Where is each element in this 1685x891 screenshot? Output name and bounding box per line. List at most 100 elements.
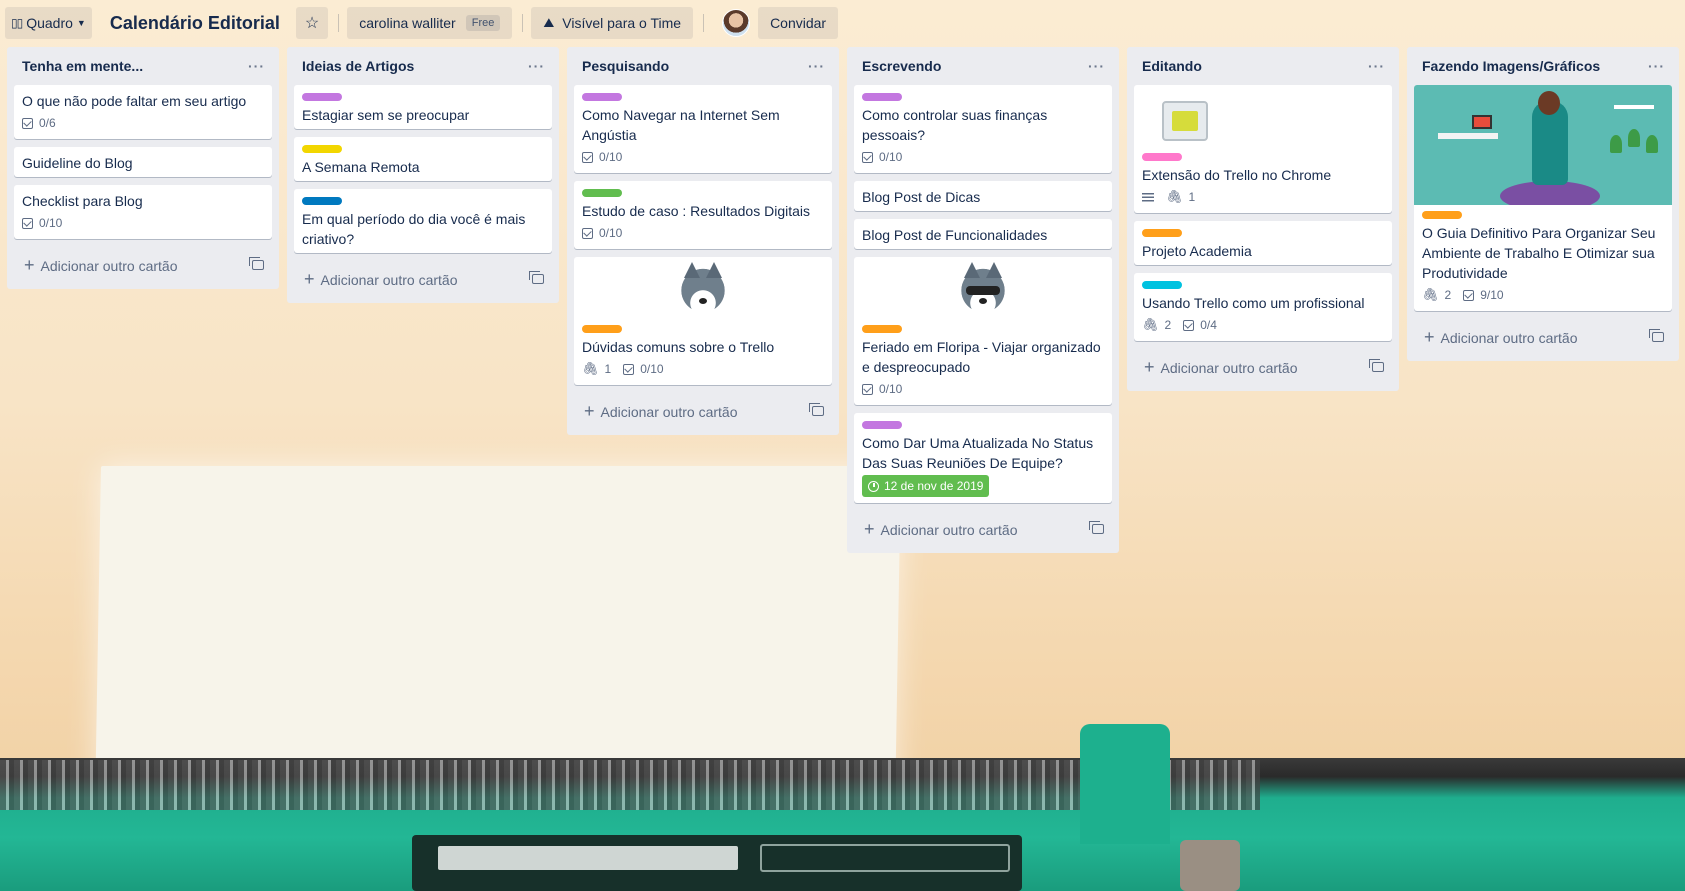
- list-menu-icon[interactable]: ···: [1368, 58, 1385, 74]
- clock-icon: [868, 480, 879, 492]
- card-label[interactable]: [582, 93, 622, 101]
- list-header[interactable]: Escrevendo ···: [854, 47, 1112, 85]
- checklist-icon: [582, 151, 593, 163]
- cover-desk: [1438, 133, 1498, 139]
- invite-button[interactable]: Convidar: [758, 7, 839, 39]
- card-label[interactable]: [302, 145, 342, 153]
- card[interactable]: Estagiar sem se preocupar: [294, 85, 552, 129]
- card-label[interactable]: [302, 197, 342, 205]
- paperclip-icon: 🖇: [1166, 189, 1183, 204]
- add-card-button[interactable]: + Adicionar outro cartão: [854, 511, 1112, 547]
- checklist-count: 0/10: [599, 226, 623, 240]
- cover-person-head: [1538, 91, 1560, 115]
- add-card-button[interactable]: + Adicionar outro cartão: [1414, 319, 1672, 355]
- list-header[interactable]: Pesquisando ···: [574, 47, 832, 85]
- paperclip-icon: 🖇: [1142, 317, 1159, 332]
- card-label[interactable]: [1142, 153, 1182, 161]
- plus-icon: +: [304, 269, 315, 289]
- card[interactable]: A Semana Remota: [294, 137, 552, 181]
- card[interactable]: Guideline do Blog: [14, 147, 272, 177]
- team-button[interactable]: carolina walliter Free: [347, 7, 513, 39]
- card[interactable]: Blog Post de Dicas: [854, 181, 1112, 211]
- star-button[interactable]: ☆: [295, 7, 329, 39]
- card[interactable]: Dúvidas comuns sobre o Trello 🖇 1 0/10: [574, 257, 832, 385]
- card[interactable]: Extensão do Trello no Chrome 🖇 1: [1134, 85, 1392, 213]
- card-title: O Guia Definitivo Para Organizar Seu Amb…: [1422, 225, 1656, 281]
- card-template-icon[interactable]: [249, 257, 264, 270]
- card[interactable]: Projeto Academia: [1134, 221, 1392, 265]
- background-paper: [95, 466, 901, 806]
- card-label[interactable]: [302, 93, 342, 101]
- card[interactable]: Como Navegar na Internet Sem Angústia 0/…: [574, 85, 832, 173]
- description-icon: [1142, 192, 1154, 202]
- list-header[interactable]: Editando ···: [1134, 47, 1392, 85]
- card-label[interactable]: [582, 189, 622, 197]
- checklist-icon: [862, 383, 873, 395]
- due-date: 12 de nov de 2019: [884, 479, 984, 493]
- card[interactable]: Checklist para Blog 0/10: [14, 185, 272, 239]
- add-card-label: Adicionar outro cartão: [320, 272, 458, 288]
- card[interactable]: Estudo de caso : Resultados Digitais 0/1…: [574, 181, 832, 249]
- member-avatar[interactable]: [722, 9, 751, 37]
- add-card-button[interactable]: + Adicionar outro cartão: [14, 247, 272, 283]
- list-header[interactable]: Fazendo Imagens/Gráficos ···: [1414, 47, 1672, 85]
- checklist-count: 0/6: [39, 116, 56, 130]
- add-card-button[interactable]: + Adicionar outro cartão: [294, 261, 552, 297]
- cover-shelf: [1614, 105, 1654, 109]
- list-menu-icon[interactable]: ···: [528, 58, 545, 74]
- card-template-icon[interactable]: [1649, 329, 1664, 342]
- card-template-icon[interactable]: [1369, 359, 1384, 372]
- card-label[interactable]: [862, 93, 902, 101]
- card[interactable]: Como controlar suas finanças pessoais? 0…: [854, 85, 1112, 173]
- board-switcher-button[interactable]: ▯▯ Quadro ▼: [5, 7, 92, 39]
- list-menu-icon[interactable]: ···: [1648, 58, 1665, 74]
- list-menu-icon[interactable]: ···: [1088, 58, 1105, 74]
- card-title: Blog Post de Dicas: [862, 189, 981, 205]
- checklist-icon: [22, 217, 33, 229]
- checklist-icon: [1183, 319, 1195, 331]
- add-card-button[interactable]: + Adicionar outro cartão: [1134, 349, 1392, 385]
- list-fazendo-imagens: Fazendo Imagens/Gráficos ··· O Guia Defi…: [1407, 47, 1679, 361]
- robot-sticker: [1156, 95, 1216, 151]
- list-title[interactable]: Tenha em mente...: [22, 58, 143, 74]
- card-label[interactable]: [862, 421, 902, 429]
- list-title[interactable]: Escrevendo: [862, 58, 941, 74]
- card-template-icon[interactable]: [529, 271, 544, 284]
- card[interactable]: O que não pode faltar em seu artigo 0/6: [14, 85, 272, 139]
- card[interactable]: Usando Trello como um profissional 🖇 2 0/…: [1134, 273, 1392, 341]
- card-label[interactable]: [862, 325, 902, 333]
- list-menu-icon[interactable]: ···: [248, 58, 265, 74]
- card[interactable]: O Guia Definitivo Para Organizar Seu Amb…: [1414, 85, 1672, 311]
- card-label[interactable]: [1142, 281, 1182, 289]
- list-title[interactable]: Fazendo Imagens/Gráficos: [1422, 58, 1600, 74]
- visibility-button[interactable]: ⛰ Visível para o Time: [531, 7, 694, 39]
- background-typewriter-slot: [438, 846, 738, 870]
- card[interactable]: Em qual período do dia você é mais criat…: [294, 189, 552, 253]
- list-title[interactable]: Pesquisando: [582, 58, 669, 74]
- checklist-count: 0/4: [1200, 318, 1217, 332]
- checklist-badge: 0/6: [22, 116, 56, 130]
- list-editando: Editando ··· Extensão do Trello no Chrom…: [1127, 47, 1399, 391]
- card-label[interactable]: [1422, 211, 1462, 219]
- card-title: Em qual período do dia você é mais criat…: [302, 211, 526, 247]
- visibility-label: Visível para o Time: [562, 15, 682, 31]
- due-date-badge[interactable]: 12 de nov de 2019: [862, 475, 990, 497]
- list-header[interactable]: Tenha em mente... ···: [14, 47, 272, 85]
- list-title[interactable]: Ideias de Artigos: [302, 58, 414, 74]
- header-divider: [338, 14, 340, 32]
- card[interactable]: Feriado em Floripa - Viajar organizado e…: [854, 257, 1112, 405]
- card-label[interactable]: [582, 325, 622, 333]
- chevron-down-icon: ▼: [76, 18, 86, 28]
- list-menu-icon[interactable]: ···: [808, 58, 825, 74]
- card-label[interactable]: [1142, 229, 1182, 237]
- card-title: Guideline do Blog: [22, 155, 133, 171]
- card-template-icon[interactable]: [809, 403, 824, 416]
- add-card-button[interactable]: + Adicionar outro cartão: [574, 393, 832, 429]
- list-title[interactable]: Editando: [1142, 58, 1202, 74]
- card[interactable]: Blog Post de Funcionalidades: [854, 219, 1112, 249]
- list-header[interactable]: Ideias de Artigos ···: [294, 47, 552, 85]
- card[interactable]: Como Dar Uma Atualizada No Status Das Su…: [854, 413, 1112, 503]
- card-template-icon[interactable]: [1089, 521, 1104, 534]
- checklist-badge: 9/10: [1463, 288, 1504, 302]
- board-title[interactable]: Calendário Editorial: [110, 13, 280, 34]
